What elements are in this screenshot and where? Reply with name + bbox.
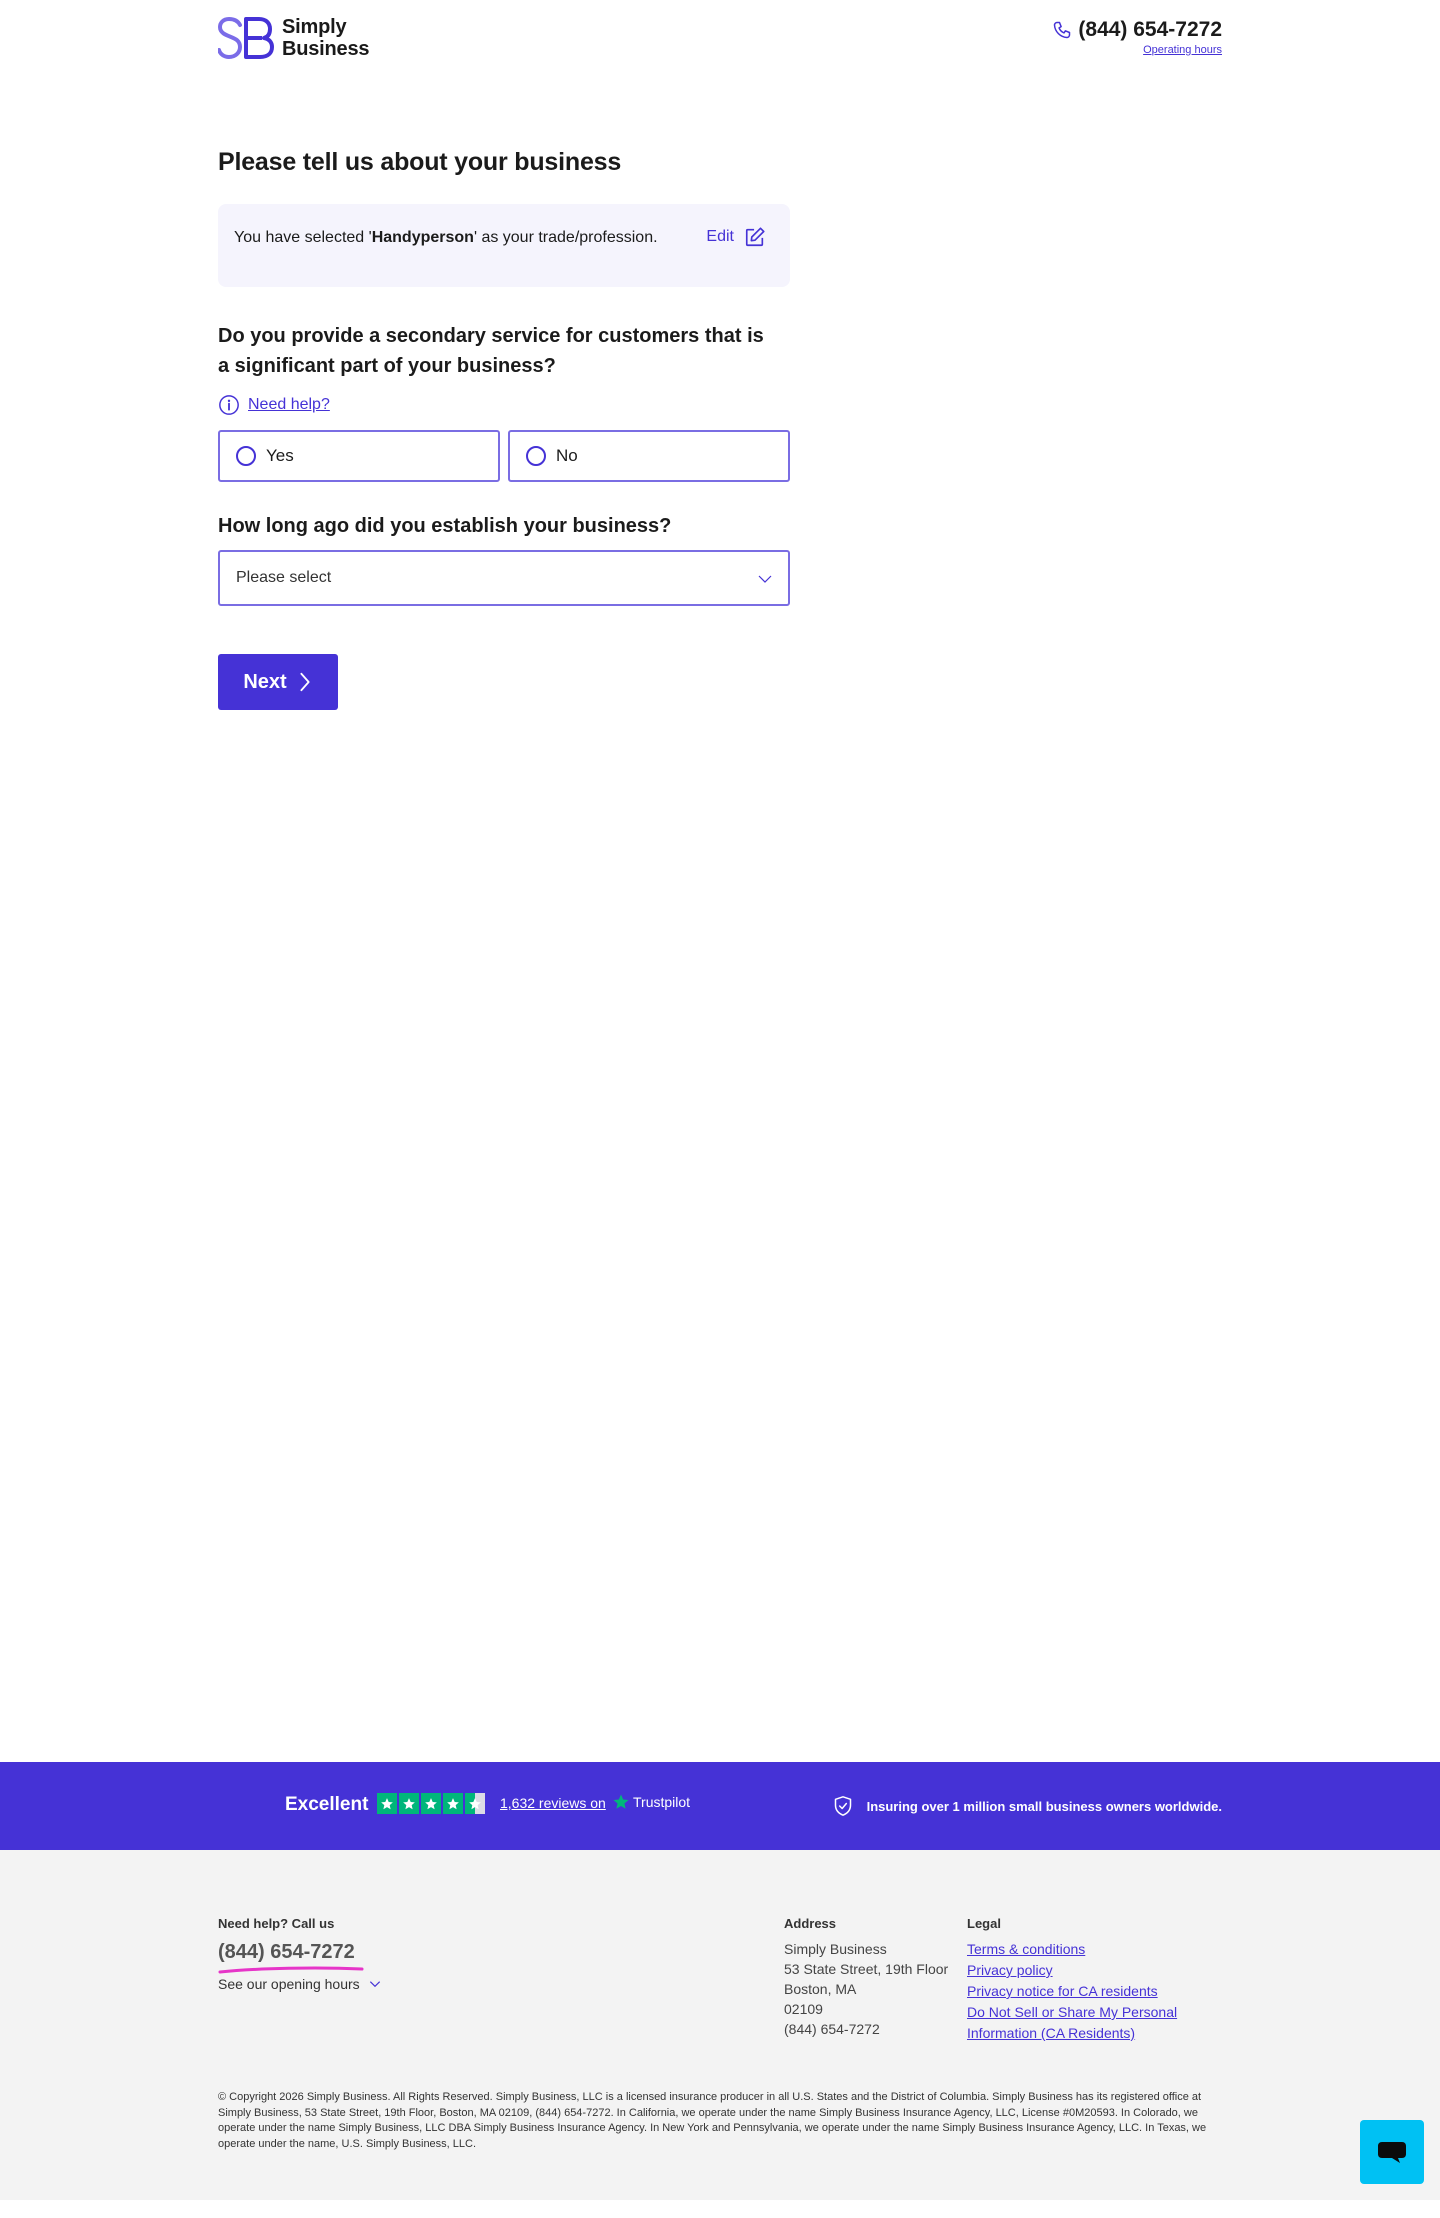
trustpilot-stars [377,1793,485,1814]
opening-hours-toggle[interactable]: See our opening hours [218,1976,382,1992]
trade-suffix: ' as your trade/profession. [473,229,658,246]
operating-hours-link[interactable]: Operating hours [1052,44,1222,56]
trustpilot-logo[interactable]: Trustpilot [612,1793,690,1811]
chevron-down-icon [758,575,772,583]
footer-phone-number: (844) 654-7272 [218,1941,355,1963]
info-icon [219,395,239,415]
next-label: Next [243,670,287,693]
site-header: Simply Business (844) 654-7272 Operating… [0,0,1440,80]
terms-link[interactable]: Terms & conditions [967,1939,1177,1960]
star-icon [421,1793,441,1814]
radio-yes[interactable]: Yes [218,430,500,482]
radio-no[interactable]: No [508,430,790,482]
trade-name: Handyperson [371,229,474,246]
chat-button[interactable] [1360,2120,1424,2184]
address-line: Boston, MA [784,1981,857,1997]
insuring-text: Insuring over 1 million small business o… [866,1798,1222,1814]
establish-select[interactable]: Please select [218,550,790,606]
footer-help-heading: Need help? Call us [218,1916,335,1931]
star-icon [443,1793,463,1814]
edit-icon [745,227,765,247]
radio-yes-label: Yes [266,446,294,465]
secondary-service-options: Yes No [218,430,790,482]
radio-circle-icon [236,446,256,466]
half-star-icon [465,1793,485,1814]
business-form: Please tell us about your business You h… [218,148,790,710]
establish-question: How long ago did you establish your busi… [218,515,672,537]
chevron-right-icon [300,672,310,692]
trade-prefix: You have selected ' [234,229,372,246]
next-button[interactable]: Next [218,654,338,710]
shield-check-icon [834,1796,851,1816]
trust-bar: Excellent 1,632 reviews on Trustpilot In… [0,1762,1440,1850]
do-not-sell-link[interactable]: Do Not Sell or Share My Personal [967,2002,1177,2023]
address-line: Simply Business [784,1941,887,1957]
radio-no-label: No [556,446,578,465]
edit-trade-button[interactable]: Edit [706,226,766,248]
trustpilot-label: Trustpilot [633,1794,691,1810]
simply-business-logo[interactable]: Simply Business [218,16,370,60]
radio-circle-icon [526,446,546,466]
header-phone-number[interactable]: (844) 654-7272 [1078,18,1222,42]
logo-text: Simply Business [282,16,370,60]
select-value: Please select [236,569,332,586]
ca-privacy-notice-link[interactable]: Privacy notice for CA residents [967,1981,1177,2002]
footer-legal: Legal Terms & conditions Privacy policy … [967,1916,1177,2044]
sb-logo-icon [218,17,274,59]
chevron-down-icon [369,1981,380,1988]
page-title: Please tell us about your business [218,148,622,176]
trustpilot-rating-text: Excellent [285,1794,369,1815]
logo-line-1: Simply [282,16,347,38]
insuring-message: Insuring over 1 million small business o… [833,1795,1222,1817]
highlight-underline-icon [218,1966,364,1974]
address-heading: Address [784,1916,837,1931]
copyright-text: © Copyright 2026 Simply Business. All Ri… [218,2091,1207,2150]
phone-icon [1054,21,1071,39]
star-icon [377,1793,397,1814]
legal-heading: Legal [967,1916,1001,1931]
do-not-sell-link-continued[interactable]: Information (CA Residents) [967,2023,1177,2044]
need-help: Need help? [218,394,790,416]
footer-address: Address Simply Business 53 State Street,… [784,1916,948,2039]
address-line: 53 State Street, 19th Floor [784,1961,949,1977]
address-line: 02109 [784,2001,823,2017]
privacy-policy-link[interactable]: Privacy policy [967,1960,1177,1981]
selected-trade-text: You have selected 'Handyperson' as your … [234,229,658,247]
footer-help: Need help? Call us (844) 654-7272 See ou… [218,1916,382,1992]
need-help-link[interactable]: Need help? [248,396,330,414]
site-footer: Need help? Call us (844) 654-7272 See ou… [0,1850,1440,2200]
header-contact: (844) 654-7272 Operating hours [1052,18,1222,56]
trustpilot-reviews-link[interactable]: 1,632 reviews on [500,1795,606,1811]
footer-phone[interactable]: (844) 654-7272 [218,1941,364,1974]
star-icon [399,1793,419,1814]
opening-hours-label: See our opening hours [218,1976,360,1992]
edit-label: Edit [706,228,734,245]
header-phone-line[interactable]: (844) 654-7272 [1052,18,1222,42]
trustpilot-star-icon [613,1794,629,1809]
address-line: (844) 654-7272 [784,2021,880,2037]
secondary-service-question: Do you provide a secondary service for c… [218,325,764,377]
chat-bubble-icon [1378,2142,1406,2163]
selected-trade-box: You have selected 'Handyperson' as your … [218,204,790,287]
logo-line-2: Business [282,38,370,60]
